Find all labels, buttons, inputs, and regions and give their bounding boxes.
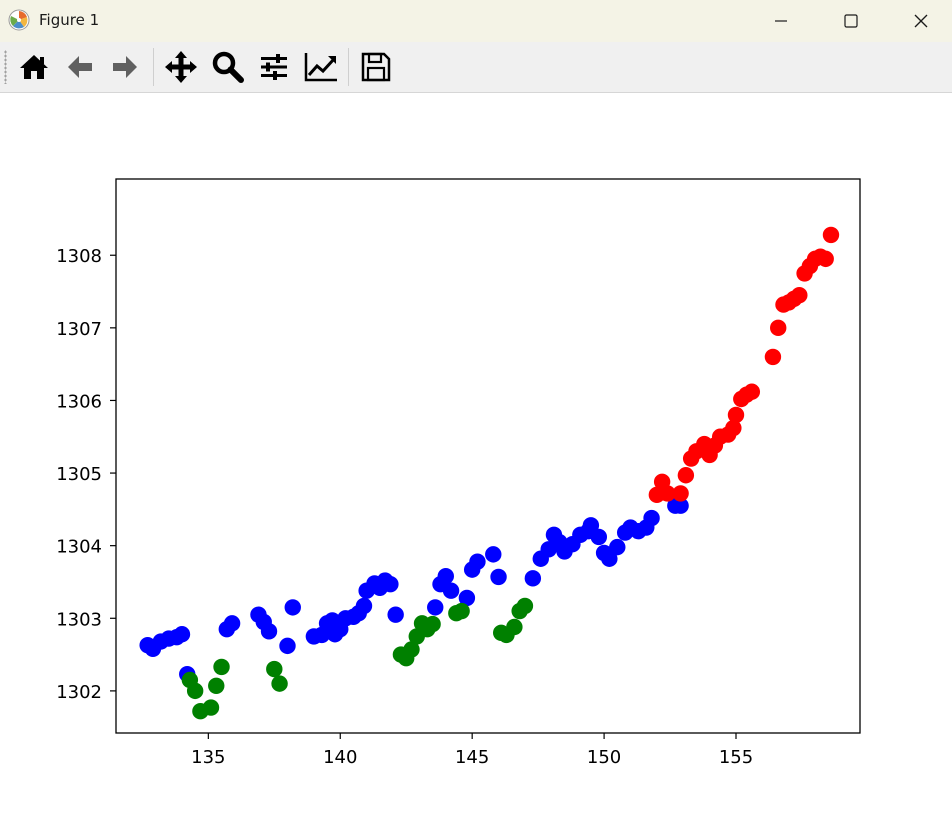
maximize-icon [844, 14, 858, 28]
axes-frame [115, 178, 861, 734]
data-point [427, 599, 444, 616]
y-tick-label: 1306 [56, 391, 102, 412]
data-point [764, 348, 782, 366]
data-point [677, 467, 695, 484]
zoom-button[interactable] [209, 49, 247, 85]
data-point [213, 658, 230, 676]
line-chart-icon [304, 53, 337, 82]
pan-button[interactable] [162, 49, 200, 85]
y-tick-label: 1307 [56, 319, 102, 340]
toolbar-separator [348, 48, 349, 86]
data-point [202, 699, 220, 716]
data-point [743, 383, 761, 400]
window-titlebar: Figure 1 [0, 0, 952, 42]
data-point [437, 567, 454, 585]
move-icon [165, 51, 197, 83]
data-point [506, 618, 523, 636]
data-point [424, 615, 441, 633]
close-icon [914, 14, 928, 28]
data-point [727, 406, 745, 424]
y-tick-label: 1308 [56, 246, 102, 267]
back-button[interactable] [61, 49, 99, 85]
data-point [609, 538, 626, 556]
scatter-plot: 135 140 145 150 155 1302 1303 1304 1305 1306 1307 1… [56, 178, 861, 768]
data-point [387, 606, 404, 623]
subplots-button[interactable] [255, 49, 293, 85]
navigation-toolbar [0, 42, 952, 93]
data-point [266, 660, 283, 678]
floppy-disk-icon [361, 52, 391, 82]
save-button[interactable] [357, 49, 395, 85]
window-title: Figure 1 [39, 11, 100, 29]
data-point [355, 597, 373, 615]
home-button[interactable] [15, 49, 53, 85]
data-point [442, 582, 460, 599]
toolbar-separator [153, 48, 154, 86]
x-tick-label: 135 [191, 747, 225, 768]
toolbar-grip[interactable] [4, 50, 7, 84]
data-point [223, 615, 241, 632]
figure-canvas[interactable]: 135 140 145 150 155 1302 1303 1304 1305 1306 1307 1… [0, 93, 952, 813]
maximize-button[interactable] [828, 0, 874, 42]
data-point [643, 509, 660, 527]
data-point [382, 575, 399, 593]
data-point [590, 528, 608, 546]
y-tick-label: 1303 [56, 609, 102, 630]
data-point [822, 226, 840, 244]
data-point [469, 553, 486, 570]
x-tick-label: 150 [587, 747, 621, 768]
data-point [186, 682, 204, 700]
arrow-right-icon [113, 56, 137, 78]
data-point [173, 626, 191, 643]
sliders-icon [261, 54, 287, 80]
data-point [279, 637, 296, 655]
data-point [490, 568, 507, 586]
data-point [208, 677, 225, 695]
x-tick-label: 140 [323, 747, 357, 768]
y-tick-label: 1302 [56, 682, 102, 703]
close-button[interactable] [898, 0, 944, 42]
x-tick-label: 145 [455, 747, 489, 768]
data-point [260, 623, 278, 640]
data-point [791, 286, 808, 304]
y-tick-label: 1304 [56, 537, 102, 558]
matplotlib-icon [8, 9, 30, 31]
data-point [284, 599, 301, 616]
data-point [485, 546, 502, 563]
data-point [817, 250, 834, 268]
magnifier-icon [212, 51, 244, 83]
x-tick-label: 155 [719, 747, 753, 768]
home-icon [20, 55, 48, 79]
data-point [271, 675, 288, 692]
data-point [770, 319, 787, 337]
minimize-icon [775, 20, 787, 22]
data-point [672, 485, 689, 502]
edit-axis-button[interactable] [302, 49, 340, 85]
minimize-button[interactable] [758, 0, 804, 42]
arrow-left-icon [68, 56, 92, 78]
data-point [516, 597, 534, 615]
data-point [524, 570, 542, 587]
data-point [453, 602, 470, 620]
y-tick-label: 1305 [56, 464, 102, 485]
forward-button[interactable] [106, 49, 144, 85]
